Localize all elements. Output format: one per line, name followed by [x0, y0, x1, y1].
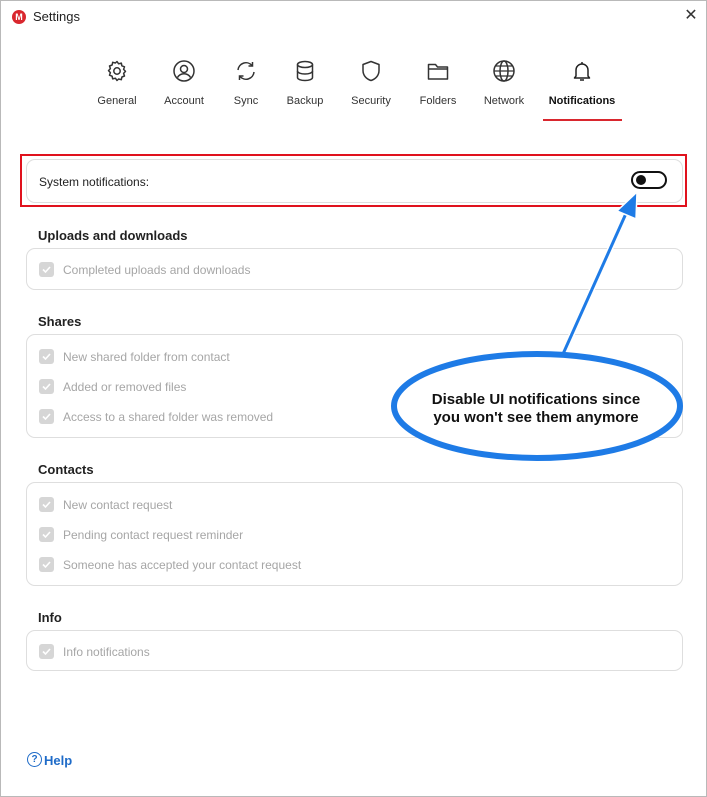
checkbox[interactable] [39, 409, 54, 424]
section-title-contacts: Contacts [38, 462, 94, 477]
tab-folders[interactable]: Folders [415, 56, 461, 122]
account-icon [173, 60, 195, 82]
window-title: Settings [33, 9, 80, 24]
tab-account[interactable]: Account [161, 56, 207, 122]
check-icon [42, 383, 51, 391]
checkbox[interactable] [39, 349, 54, 364]
tab-backup-label: Backup [286, 95, 324, 107]
check-icon [42, 531, 51, 539]
checkbox-label: New contact request [63, 498, 173, 512]
gear-icon [107, 60, 127, 82]
checkbox-label: Info notifications [63, 645, 150, 659]
help-icon: ? [27, 752, 42, 767]
checkbox-label: New shared folder from contact [63, 350, 230, 364]
check-icon [42, 561, 51, 569]
check-icon [42, 501, 51, 509]
tab-backup[interactable]: Backup [282, 56, 328, 122]
tab-general-label: General [97, 95, 137, 107]
checkbox-label: Pending contact request reminder [63, 528, 244, 542]
section-title-info: Info [38, 610, 62, 625]
tab-security[interactable]: Security [348, 56, 394, 122]
checkbox[interactable] [39, 557, 54, 572]
tab-notifications-label: Notifications [548, 95, 616, 107]
checkbox[interactable] [39, 379, 54, 394]
bell-icon [573, 62, 591, 81]
checkbox-label: Someone has accepted your contact reques… [63, 558, 302, 572]
check-icon [42, 413, 51, 421]
tab-sync-label: Sync [233, 95, 259, 107]
tab-notifications[interactable]: Notifications [547, 56, 617, 122]
check-icon [42, 353, 51, 361]
database-icon [296, 60, 314, 82]
tab-folders-label: Folders [419, 95, 457, 107]
help-label: Help [44, 753, 73, 768]
active-tab-indicator [543, 119, 622, 121]
callout-text: Disable UI notifications since you won't… [405, 391, 667, 427]
shield-icon [362, 60, 380, 82]
check-icon [42, 648, 51, 656]
callout-line-2: you won't see them anymore [433, 409, 639, 426]
tab-network[interactable]: Network [481, 56, 527, 122]
tab-general[interactable]: General [94, 56, 140, 122]
checkbox-label: Completed uploads and downloads [63, 263, 251, 277]
highlight-box [20, 154, 687, 207]
tab-account-label: Account [164, 95, 204, 107]
close-button[interactable]: ✕ [679, 4, 703, 28]
tab-security-label: Security [351, 95, 391, 107]
globe-icon [493, 60, 515, 82]
checkbox[interactable] [39, 644, 54, 659]
checkbox-label: Added or removed files [63, 380, 187, 394]
tab-network-label: Network [483, 95, 525, 107]
tab-sync[interactable]: Sync [223, 56, 269, 122]
callout-line-1: Disable UI notifications since [431, 391, 641, 408]
checkbox[interactable] [39, 497, 54, 512]
folder-icon [427, 63, 449, 80]
section-title-uploads: Uploads and downloads [38, 228, 188, 243]
checkbox[interactable] [39, 527, 54, 542]
title-bar: M Settings ✕ [1, 1, 706, 32]
settings-tab-bar: General Account Sync Backup Security Fol… [1, 56, 706, 126]
checkbox[interactable] [39, 262, 54, 277]
checkbox-label: Access to a shared folder was removed [63, 410, 274, 424]
section-title-shares: Shares [38, 314, 82, 329]
sync-icon [237, 62, 255, 80]
mega-logo-icon: M [12, 10, 26, 24]
check-icon [42, 266, 51, 274]
